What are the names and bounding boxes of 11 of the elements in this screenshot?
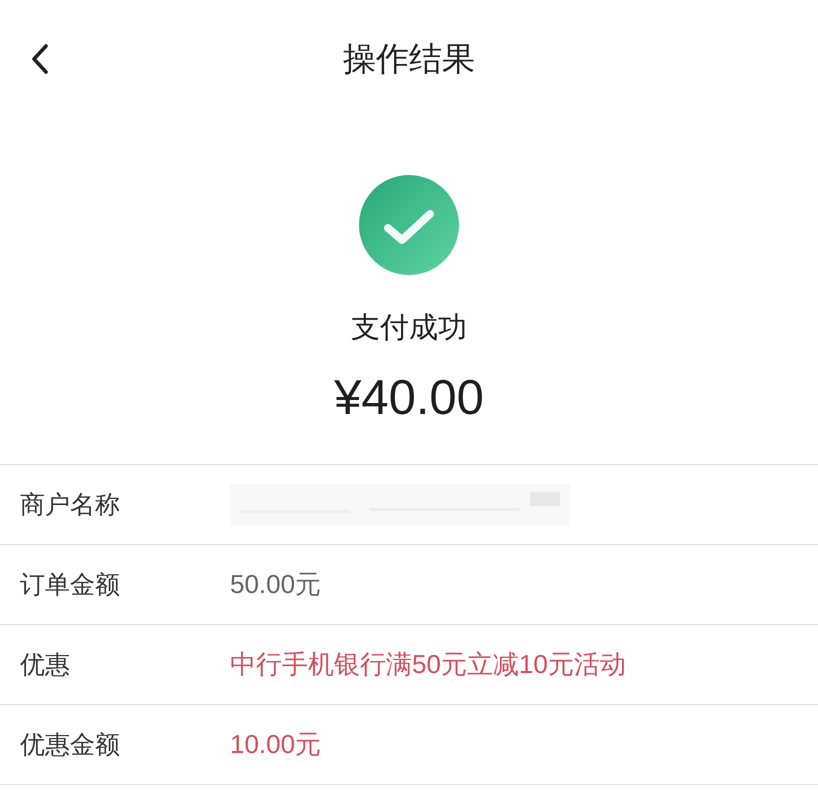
payment-amount: ¥40.00 <box>334 370 484 427</box>
page-title: 操作结果 <box>343 39 475 79</box>
detail-label: 优惠金额 <box>20 730 120 761</box>
detail-label: 商户名称 <box>20 490 120 521</box>
detail-value: 50.00元 <box>230 568 322 601</box>
status-message: 支付成功 <box>351 311 467 346</box>
detail-label: 优惠 <box>20 650 70 681</box>
detail-value: 中行手机银行满50元立减10元活动 <box>230 648 626 681</box>
chevron-left-icon <box>31 43 49 75</box>
detail-label: 订单金额 <box>20 570 120 601</box>
detail-value: 10.00元 <box>230 728 322 761</box>
